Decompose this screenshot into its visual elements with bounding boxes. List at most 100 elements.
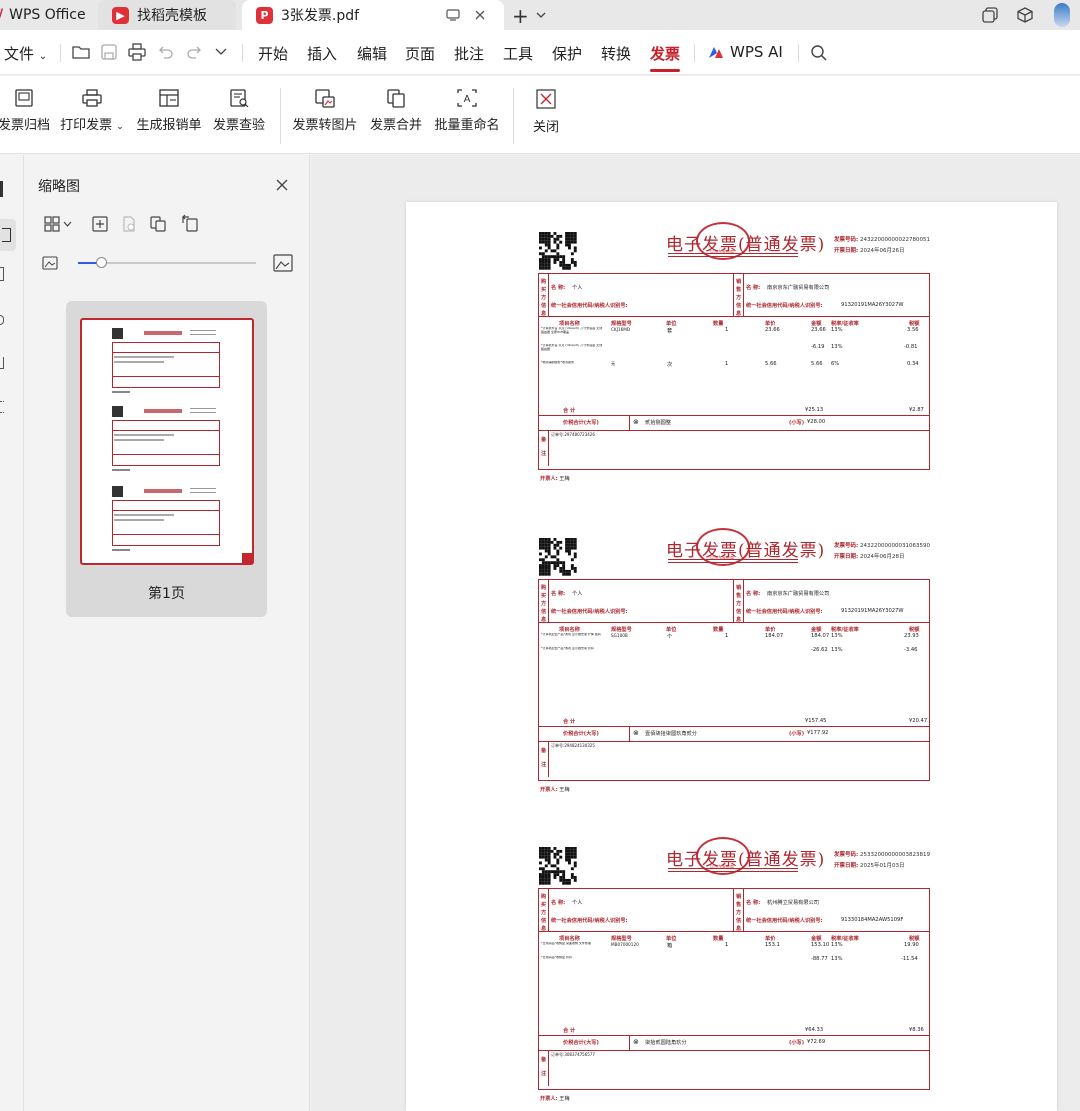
invoice-number-value: 24322000000022780051	[858, 237, 930, 243]
item-tax: 23.93	[904, 633, 919, 639]
sum-words: 壹佰柒拾柒圆玖角贰分	[645, 731, 697, 737]
window-restore-icon[interactable]	[982, 7, 998, 23]
total-label: 合 计	[563, 719, 576, 725]
menu-protect[interactable]: 保护	[552, 43, 582, 64]
svg-text:A: A	[464, 94, 471, 105]
total-tax: ¥20.47	[909, 718, 928, 724]
redo-icon[interactable]	[186, 44, 202, 60]
menu-tools[interactable]: 工具	[503, 43, 533, 64]
chevron-down-icon[interactable]	[63, 221, 72, 227]
menu-file-label: 文件	[4, 45, 35, 63]
wps-ai-icon	[709, 47, 723, 58]
invoice-table: 购买方信息 销售方信息名 称: 个人 统一社会信用代码/纳税人识别号: 名 称: 南京京东…	[538, 273, 930, 470]
print-invoice-button[interactable]: 打印发票 ⌄	[58, 76, 126, 154]
menu-insert[interactable]: 插入	[307, 43, 337, 64]
divider	[539, 726, 929, 727]
rail-list-icon[interactable]	[0, 401, 4, 413]
divider	[539, 931, 929, 932]
menu-file[interactable]: 文件 ⌄	[4, 43, 47, 64]
generate-reimbursement-button[interactable]: 生成报销单	[134, 76, 204, 154]
mini-table	[112, 420, 220, 466]
menu-invoice[interactable]: 发票	[650, 43, 680, 64]
chevron-down-icon[interactable]	[215, 48, 227, 56]
tab-pdf-document[interactable]: P 3张发票.pdf	[242, 0, 504, 30]
invoice-date-value: 2025年01月03日	[858, 863, 905, 869]
tab-wps-office[interactable]: / WPS Office	[0, 0, 92, 30]
print-icon[interactable]	[128, 43, 146, 61]
window-icon[interactable]	[446, 9, 460, 21]
item-spec: 无	[611, 361, 616, 366]
item-rate: 13%	[831, 956, 843, 962]
menu-convert[interactable]: 转换	[601, 43, 631, 64]
invoice-to-image-button[interactable]: 发票转图片	[290, 76, 360, 154]
zoom-slider-handle[interactable]	[96, 257, 107, 268]
rename-label: 批量重命名	[434, 118, 500, 133]
sum-words: 贰拾捌圆整	[645, 420, 671, 426]
rail-attachment-icon[interactable]	[0, 357, 4, 369]
item-name: *日用杂品*收纳盒 桌面收纳 文件整理	[541, 942, 591, 945]
invoice-number: 发票号码: 24322000000022780051	[834, 235, 930, 243]
item-name: *计算机配套产品*游戏 显示器支架 升降 旋转	[541, 633, 601, 636]
column-header: 单价	[765, 627, 776, 633]
tab-label: WPS Office	[9, 7, 86, 23]
item-unit: 套	[667, 328, 673, 334]
undo-icon[interactable]	[158, 44, 174, 60]
close-invoice-button[interactable]: 关闭	[526, 76, 566, 154]
rail-thumbnail-tab[interactable]	[0, 219, 16, 251]
item-qty: 1	[725, 327, 729, 333]
large-image-icon[interactable]	[273, 254, 293, 272]
extract-page-icon[interactable]	[150, 216, 166, 232]
grid-view-icon[interactable]	[44, 216, 60, 232]
archive-invoice-button[interactable]: 发票归档	[0, 76, 52, 154]
mini-row	[114, 356, 174, 358]
save-icon[interactable]	[101, 44, 117, 60]
sum-small: ¥177.92	[807, 730, 829, 736]
rail-bookmark-icon[interactable]	[0, 181, 3, 197]
invoice-2: 以京东家电商 电子发票(普通发票) 发票号码: 243220000000310635…	[406, 508, 1057, 793]
mini-row	[114, 519, 164, 521]
search-icon[interactable]	[810, 44, 828, 62]
remark-vertical-label: 备注	[541, 748, 547, 768]
drawer-name: 王梅	[557, 1096, 570, 1102]
chevron-down-icon[interactable]	[536, 11, 546, 19]
invoice-number-label: 发票号码:	[834, 237, 859, 243]
new-tab-button[interactable]: +	[512, 4, 529, 28]
wps-logo-icon: /	[0, 7, 3, 23]
mini-drawer	[112, 469, 130, 471]
delete-page-icon[interactable]	[121, 216, 137, 232]
mini-qr-icon	[112, 406, 123, 417]
mini-meta	[190, 330, 216, 335]
archive-label: 发票归档	[0, 118, 50, 133]
sum-label: 价税合计(大写)	[563, 731, 599, 737]
small-image-icon[interactable]	[42, 256, 58, 270]
open-folder-icon[interactable]	[72, 44, 90, 60]
rotate-page-icon[interactable]	[181, 214, 199, 232]
batch-rename-button[interactable]: A 批量重命名	[432, 76, 502, 154]
item-amount: 184.07	[811, 633, 830, 639]
merge-invoice-button[interactable]: 发票合并	[366, 76, 426, 154]
item-name: *日用杂品*收纳盒 折扣	[541, 956, 572, 959]
menu-edit[interactable]: 编辑	[357, 43, 387, 64]
menu-page[interactable]: 页面	[405, 43, 435, 64]
tab-templates[interactable]: ▶ 找稻壳模板	[98, 0, 236, 30]
thumbnail-page-1[interactable]: 第1页	[66, 301, 267, 617]
buyer-name: 个人	[572, 285, 583, 291]
rail-search-icon[interactable]	[0, 315, 4, 325]
invoice-number-label: 发票号码:	[834, 852, 859, 858]
close-icon[interactable]	[474, 9, 486, 21]
rail-annotation-icon[interactable]	[0, 267, 4, 281]
divider	[548, 1050, 549, 1086]
insert-page-icon[interactable]	[92, 216, 108, 232]
column-header: 项目名称	[559, 936, 580, 942]
sum-circle-icon: ⊗	[633, 418, 639, 426]
buyer-name: 个人	[572, 591, 583, 597]
cube-icon[interactable]	[1016, 6, 1034, 24]
verify-invoice-button[interactable]: 发票查验	[210, 76, 268, 154]
tab-bar: / WPS Office ▶ 找稻壳模板 P 3张发票.pdf +	[0, 0, 1080, 30]
menu-annotate[interactable]: 批注	[454, 43, 484, 64]
menu-start[interactable]: 开始	[258, 43, 288, 64]
menu-wps-ai[interactable]: WPS AI	[730, 43, 783, 61]
avatar[interactable]	[1054, 3, 1070, 27]
remark: 订单号:308374756577	[551, 1052, 595, 1057]
close-icon[interactable]	[276, 179, 288, 191]
